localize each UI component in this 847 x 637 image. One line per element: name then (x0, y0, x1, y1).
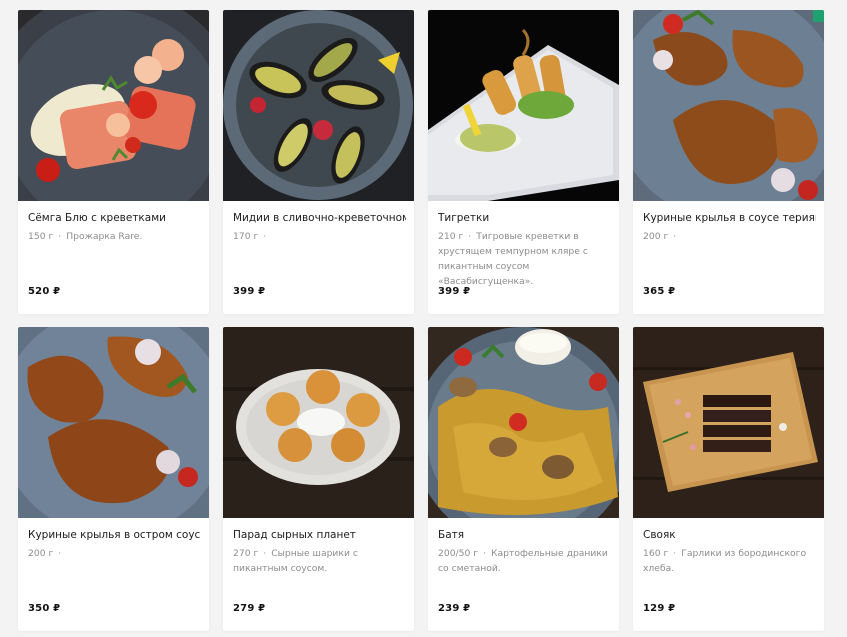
product-name[interactable]: Парад сырных планет (233, 528, 406, 542)
product-name[interactable]: Куриные крылья в остром соусе (28, 528, 201, 542)
product-name[interactable]: Сёмга Блю с креветками (28, 211, 201, 225)
product-weight: 210 г (438, 231, 464, 242)
product-name[interactable]: Батя (438, 528, 611, 542)
product-weight: 200 г (643, 231, 669, 242)
separator-dot: · (58, 548, 62, 559)
product-card-semga[interactable]: Сёмга Блю с креветками 150 г · Прожарка Ra… (18, 10, 209, 314)
product-weight: 150 г (28, 231, 54, 242)
product-meta: 270 г · Сырные шарики с пикантным соусом. (233, 546, 406, 576)
product-meta: 200 г · (28, 546, 201, 561)
product-weight: 270 г (233, 548, 259, 559)
product-meta: 170 г · (233, 229, 406, 244)
product-meta: 200 г · (643, 229, 816, 244)
separator-dot: · (468, 231, 472, 242)
product-name[interactable]: Мидии в сливочно-креветочном (233, 211, 406, 225)
product-card-svoyak[interactable]: Свояк 160 г · Гарлики из бородинского хлеб… (633, 327, 824, 631)
product-price: 365 ₽ (643, 286, 676, 297)
product-card-midii[interactable]: Мидии в сливочно-креветочном 170 г · 399 … (223, 10, 414, 314)
product-meta: 150 г · Прожарка Rare. (28, 229, 201, 244)
product-meta: 210 г · Тигровые креветки в хрустящем темп… (438, 229, 611, 289)
product-card-teriyaki-wings[interactable]: Куриные крылья в соусе терияки 200 г · 36… (633, 10, 824, 314)
product-price: 350 ₽ (28, 603, 61, 614)
product-card-batya[interactable]: Батя 200/50 г · Картофельные драники со см… (428, 327, 619, 631)
product-card-cheese-balls[interactable]: Парад сырных планет 270 г · Сырные шарики … (223, 327, 414, 631)
product-meta: 200/50 г · Картофельные драники со сметано… (438, 546, 611, 576)
product-photo[interactable] (18, 327, 209, 518)
product-photo[interactable] (223, 10, 414, 201)
product-price: 520 ₽ (28, 286, 61, 297)
product-weight: 200 г (28, 548, 54, 559)
product-photo[interactable] (428, 327, 619, 518)
product-photo[interactable] (18, 10, 209, 201)
product-card-spicy-wings[interactable]: Куриные крылья в остром соусе 200 г · 350… (18, 327, 209, 631)
product-description: Прожарка Rare. (66, 231, 143, 242)
product-card-tigretki[interactable]: Тигретки 210 г · Тигровые креветки в хруст… (428, 10, 619, 314)
product-weight: 170 г (233, 231, 259, 242)
product-weight: 200/50 г (438, 548, 479, 559)
menu-grid: Сёмга Блю с креветками 150 г · Прожарка Ra… (18, 10, 824, 631)
product-weight: 160 г (643, 548, 669, 559)
separator-dot: · (263, 548, 267, 559)
separator-dot: · (483, 548, 486, 559)
product-name[interactable]: Свояк (643, 528, 816, 542)
product-price: 279 ₽ (233, 603, 266, 614)
product-price: 399 ₽ (233, 286, 266, 297)
product-price: 129 ₽ (643, 603, 676, 614)
product-price: 399 ₽ (438, 286, 471, 297)
product-photo[interactable] (633, 10, 824, 201)
separator-dot: · (673, 231, 677, 242)
separator-dot: · (673, 548, 677, 559)
product-photo[interactable] (633, 327, 824, 518)
product-name[interactable]: Куриные крылья в соусе терияки (643, 211, 816, 225)
product-meta: 160 г · Гарлики из бородинского хлеба. (643, 546, 816, 576)
product-price: 239 ₽ (438, 603, 471, 614)
separator-dot: · (58, 231, 62, 242)
product-name[interactable]: Тигретки (438, 211, 611, 225)
product-photo[interactable] (428, 10, 619, 201)
separator-dot: · (263, 231, 267, 242)
product-photo[interactable] (223, 327, 414, 518)
